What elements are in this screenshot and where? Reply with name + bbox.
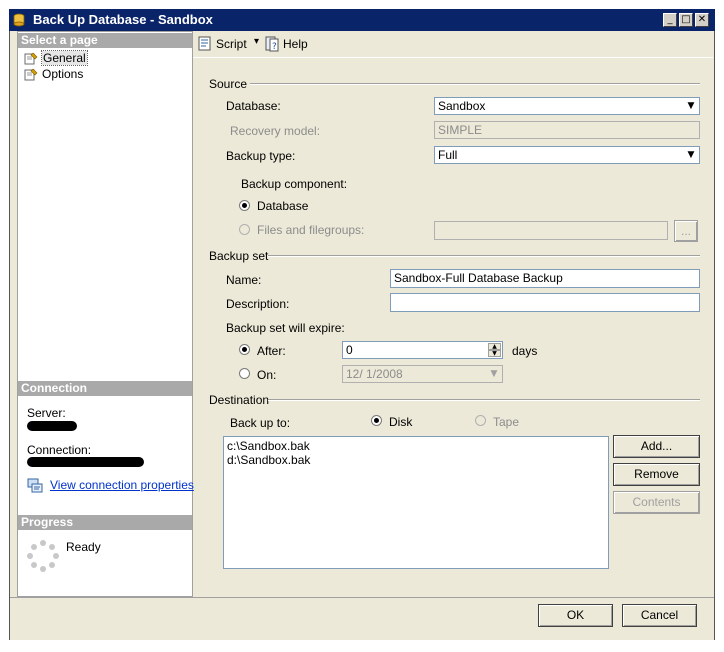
- maximize-button[interactable]: □: [679, 13, 693, 27]
- expire-after-label: After:: [257, 344, 286, 358]
- backup-to-label: Back up to:: [230, 416, 291, 430]
- list-item[interactable]: d:\Sandbox.bak: [227, 453, 605, 467]
- window-title: Back Up Database - Sandbox: [33, 12, 213, 27]
- disk-label: Disk: [389, 415, 413, 429]
- add-destination-button[interactable]: Add...: [613, 435, 700, 458]
- remove-destination-button[interactable]: Remove: [613, 463, 700, 486]
- browse-files-button[interactable]: ...: [674, 220, 698, 242]
- list-item[interactable]: c:\Sandbox.bak: [227, 439, 605, 453]
- component-files-radio[interactable]: [239, 224, 250, 235]
- script-icon: [198, 36, 211, 51]
- description-label: Description:: [226, 297, 290, 311]
- expire-days-stepper[interactable]: 0 ▲ ▼: [342, 341, 503, 359]
- database-combobox[interactable]: Sandbox ▼: [434, 97, 700, 115]
- destination-group-label: Destination: [209, 393, 270, 407]
- destination-divider: [268, 399, 700, 401]
- select-page-header: Select a page: [18, 33, 192, 48]
- backup-type-combobox[interactable]: Full ▼: [434, 146, 700, 164]
- script-dropdown-icon[interactable]: ▾: [254, 36, 259, 47]
- tape-label: Tape: [493, 415, 520, 429]
- ok-button[interactable]: OK: [538, 604, 613, 627]
- spin-up-icon[interactable]: ▲: [488, 343, 501, 350]
- expire-label: Backup set will expire:: [226, 321, 345, 335]
- source-divider: [250, 83, 700, 85]
- connection-properties-icon: [27, 478, 43, 493]
- server-label: Server:: [27, 406, 66, 420]
- page-item-label: General: [41, 50, 88, 66]
- backup-type-label: Backup type:: [226, 149, 296, 163]
- component-database-radio[interactable]: [239, 200, 250, 211]
- svg-text:?: ?: [272, 42, 277, 52]
- connection-header: Connection: [18, 381, 192, 396]
- recovery-model-label: Recovery model:: [230, 124, 321, 138]
- page-item-label: Options: [42, 67, 84, 81]
- database-icon: [13, 13, 25, 27]
- cancel-button[interactable]: Cancel: [622, 604, 697, 627]
- progress-spinner-icon: [27, 540, 59, 572]
- disk-radio[interactable]: [371, 415, 382, 426]
- backup-set-divider: [268, 255, 700, 257]
- contents-button[interactable]: Contents: [613, 491, 700, 514]
- toolbar: Script ▾ ? Help: [193, 31, 713, 58]
- chevron-down-icon[interactable]: ▼: [487, 367, 501, 381]
- page-wrench-icon: [24, 52, 38, 65]
- progress-status: Ready: [66, 540, 101, 554]
- expire-on-label: On:: [257, 368, 277, 382]
- redacted-connection: [27, 457, 144, 467]
- close-button[interactable]: ✕: [695, 13, 709, 27]
- tape-radio[interactable]: [475, 415, 486, 426]
- source-group-label: Source: [209, 77, 248, 91]
- recovery-model-field: SIMPLE: [434, 121, 700, 139]
- minimize-button[interactable]: _: [663, 13, 677, 27]
- component-files-label: Files and filegroups:: [257, 223, 365, 237]
- backup-name-input[interactable]: Sandbox-Full Database Backup: [390, 269, 700, 288]
- progress-header: Progress: [18, 515, 192, 530]
- expire-after-radio[interactable]: [239, 344, 250, 355]
- expire-on-radio[interactable]: [239, 368, 250, 379]
- page-wrench-icon: [24, 68, 38, 81]
- backup-component-label: Backup component:: [241, 177, 348, 191]
- name-label: Name:: [226, 273, 262, 287]
- database-label: Database:: [226, 99, 281, 113]
- expire-date-picker[interactable]: 12/ 1/2008 ▼: [342, 365, 503, 383]
- destination-listbox[interactable]: c:\Sandbox.bak d:\Sandbox.bak: [223, 436, 609, 569]
- spin-down-icon[interactable]: ▼: [488, 350, 501, 357]
- view-connection-properties-link[interactable]: View connection properties: [50, 478, 194, 492]
- component-database-label: Database: [257, 199, 309, 213]
- backup-set-group-label: Backup set: [209, 249, 269, 263]
- title-bar[interactable]: Back Up Database - Sandbox _ □ ✕: [9, 9, 715, 31]
- chevron-down-icon[interactable]: ▼: [684, 148, 698, 162]
- connection-label: Connection:: [27, 443, 92, 457]
- left-panel: [17, 31, 193, 597]
- chevron-down-icon[interactable]: ▼: [684, 99, 698, 113]
- files-filegroups-field: [434, 221, 668, 240]
- description-input[interactable]: [390, 293, 700, 312]
- days-label: days: [512, 344, 538, 358]
- help-icon: ?: [265, 36, 279, 52]
- redacted-server: [27, 421, 77, 431]
